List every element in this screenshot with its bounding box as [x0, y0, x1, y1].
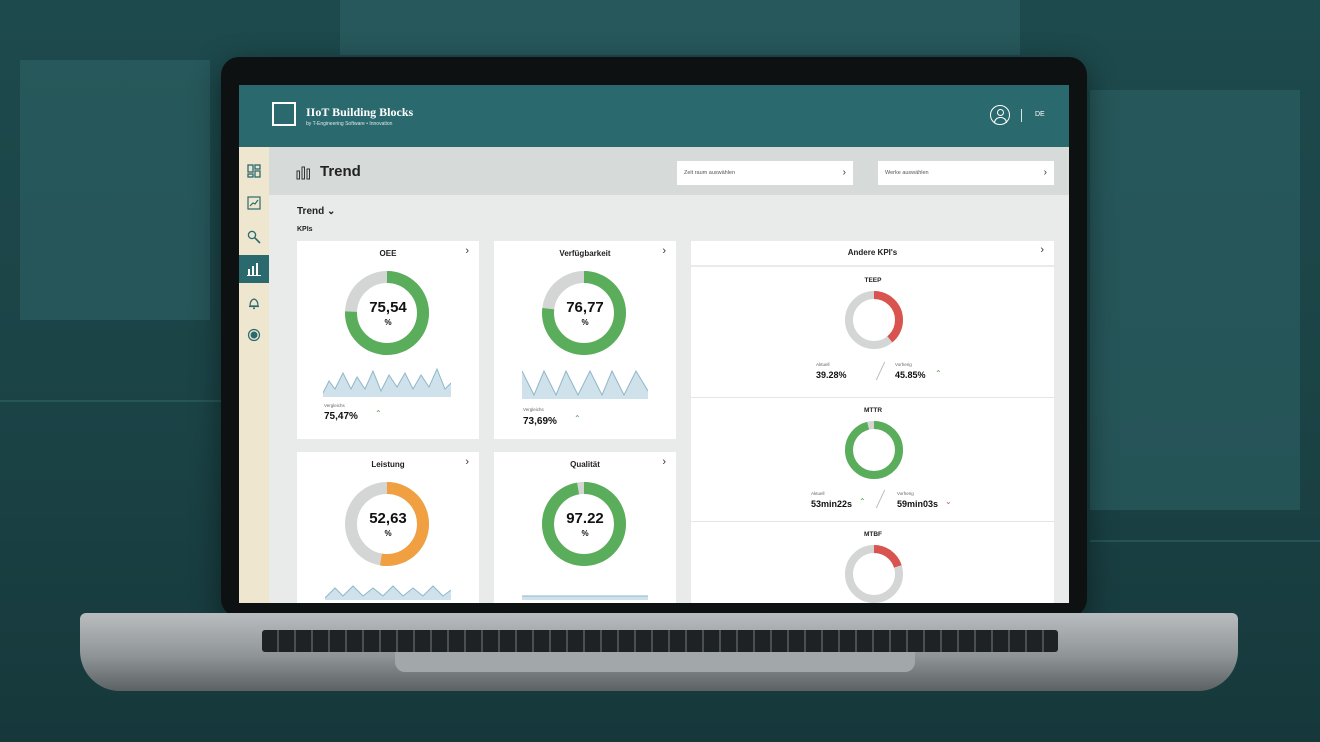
kpi-card-quality[interactable]: Qualität › 97.22 %	[494, 452, 676, 603]
kpi-sparkline	[522, 369, 648, 399]
kpi-teep-current-value: 39.28%	[816, 370, 847, 380]
chevron-right-icon: ›	[842, 167, 846, 178]
trend-bars-icon	[296, 164, 312, 185]
app-subtitle: by T-Engineering Software • Innovation	[306, 121, 393, 127]
kpi-donut-unit: %	[384, 318, 392, 327]
sidebar-item-notifications[interactable]	[244, 293, 264, 313]
panel-separator	[691, 521, 1054, 522]
chevron-right-icon[interactable]: ›	[662, 245, 666, 257]
trend-up-icon: ⌃	[935, 369, 942, 378]
kpi-teep-current-label: Aktuell	[816, 362, 830, 367]
search-icon	[247, 230, 261, 244]
sidebar-item-search[interactable]	[244, 227, 264, 247]
kpi-sparkline	[522, 595, 648, 600]
background-floor-line-right	[1090, 540, 1320, 542]
kpi-card-oee[interactable]: OEE › 75,54 % Vergleichs 75,47% ⌃	[297, 241, 479, 439]
kpi-donut-unit: %	[384, 529, 392, 538]
kpi-donut-value: 97.22	[566, 510, 604, 527]
kpi-mttr-current-label: Aktuell	[811, 491, 825, 496]
kpi-teep-title: TEEP	[864, 277, 882, 284]
trend-up-icon: ⌃	[574, 414, 581, 423]
page-toolbar: Trend Zeit raum auswählen › Werke auswäh…	[269, 147, 1069, 195]
kpi-card-title: Verfügbarkeit	[559, 249, 611, 258]
kpi-donut-unit: %	[581, 529, 589, 538]
app-header: IIoT Building Blocks by T-Engineering So…	[239, 85, 1069, 147]
trend-up-icon: ⌃	[859, 497, 866, 506]
kpi-donut-unit: %	[581, 318, 589, 327]
chevron-right-icon[interactable]: ›	[465, 245, 469, 257]
trend-up-icon: ⌃	[375, 409, 382, 418]
plant-select[interactable]: Werke auswählen ›	[878, 161, 1054, 185]
donut-value-arc	[845, 421, 903, 479]
other-kpis-title: Andere KPI's	[847, 248, 898, 257]
trend-dropdown[interactable]: Trend ⌄	[297, 206, 335, 217]
kpi-card-title: Leistung	[371, 460, 405, 469]
laptop-touchpad	[395, 652, 915, 672]
kpi-mttr-previous-value: 59min03s	[897, 499, 939, 509]
timeframe-select[interactable]: Zeit raum auswählen ›	[677, 161, 853, 185]
kpi-donut-value: 75,54	[369, 299, 407, 316]
sidebar-item-status[interactable]	[244, 325, 264, 345]
sidebar-item-analytics[interactable]	[244, 193, 264, 213]
kpi-stat-value: 75,47%	[324, 411, 358, 422]
chevron-right-icon[interactable]: ›	[1040, 244, 1044, 256]
kpi-mttr-title: MTTR	[863, 407, 883, 414]
kpi-sparkline	[325, 585, 451, 600]
background-machine-top	[340, 0, 1020, 55]
bell-icon	[249, 298, 259, 310]
sidebar-item-dashboard[interactable]	[244, 161, 264, 181]
kpi-teep-previous-value: 45.85%	[895, 370, 926, 380]
section-label-kpis: KPIs	[297, 226, 313, 233]
kpi-mttr-previous-label: Vorherig	[897, 491, 914, 496]
record-icon	[247, 328, 261, 342]
laptop-keyboard	[262, 630, 1058, 652]
kpi-teep-previous-label: Vorherig	[895, 362, 912, 367]
timeframe-select-placeholder: Zeit raum auswählen	[684, 170, 736, 176]
kpi-donut-value: 76,77	[566, 299, 604, 316]
trend-down-icon: ⌄	[945, 497, 952, 506]
language-switch[interactable]: DE	[1035, 111, 1045, 118]
other-kpis-header[interactable]: Andere KPI's ›	[691, 241, 1054, 265]
panel-separator	[691, 397, 1054, 398]
line-chart-icon	[247, 196, 261, 210]
logo-icon	[272, 102, 296, 126]
dashboard-app: IIoT Building Blocks by T-Engineering So…	[239, 85, 1069, 603]
chevron-right-icon[interactable]: ›	[662, 456, 666, 468]
chevron-right-icon: ›	[1043, 167, 1047, 178]
kpi-donut-value: 52,63	[369, 510, 407, 527]
kpi-teep-donut	[845, 291, 903, 349]
plant-select-placeholder: Werke auswählen	[885, 170, 929, 176]
page-title: Trend	[320, 163, 361, 180]
kpi-card-title: OEE	[379, 249, 397, 258]
kpi-stat-value: 73,69%	[523, 416, 557, 427]
kpi-stat-label: Vergleichs	[523, 407, 544, 412]
kpi-card-performance[interactable]: Leistung › 52,63 %	[297, 452, 479, 603]
sidebar-item-trend[interactable]	[239, 255, 269, 283]
kpi-card-availability[interactable]: Verfügbarkeit › 76,77 % Vergleichs 73,69…	[494, 241, 676, 439]
kpi-card-title: Qualität	[570, 460, 600, 469]
kpi-sparkline	[323, 367, 451, 397]
background-machine-left	[20, 60, 210, 320]
chevron-right-icon[interactable]: ›	[465, 456, 469, 468]
header-divider	[1021, 109, 1022, 122]
background-floor-line	[0, 400, 230, 402]
kpi-mtbf-donut	[845, 545, 903, 603]
sidebar	[239, 147, 269, 603]
kpi-mttr-current-value: 53min22s	[811, 499, 853, 509]
bar-chart-icon	[247, 263, 261, 276]
app-title: IIoT Building Blocks	[306, 105, 414, 119]
kpi-mtbf-title: MTBF	[863, 531, 883, 538]
kpi-stat-label: Vergleichs	[324, 403, 345, 408]
grid-icon	[247, 164, 261, 178]
kpi-mttr-donut	[845, 421, 903, 479]
background-machine-right	[1090, 90, 1300, 510]
user-icon[interactable]	[990, 105, 1010, 125]
